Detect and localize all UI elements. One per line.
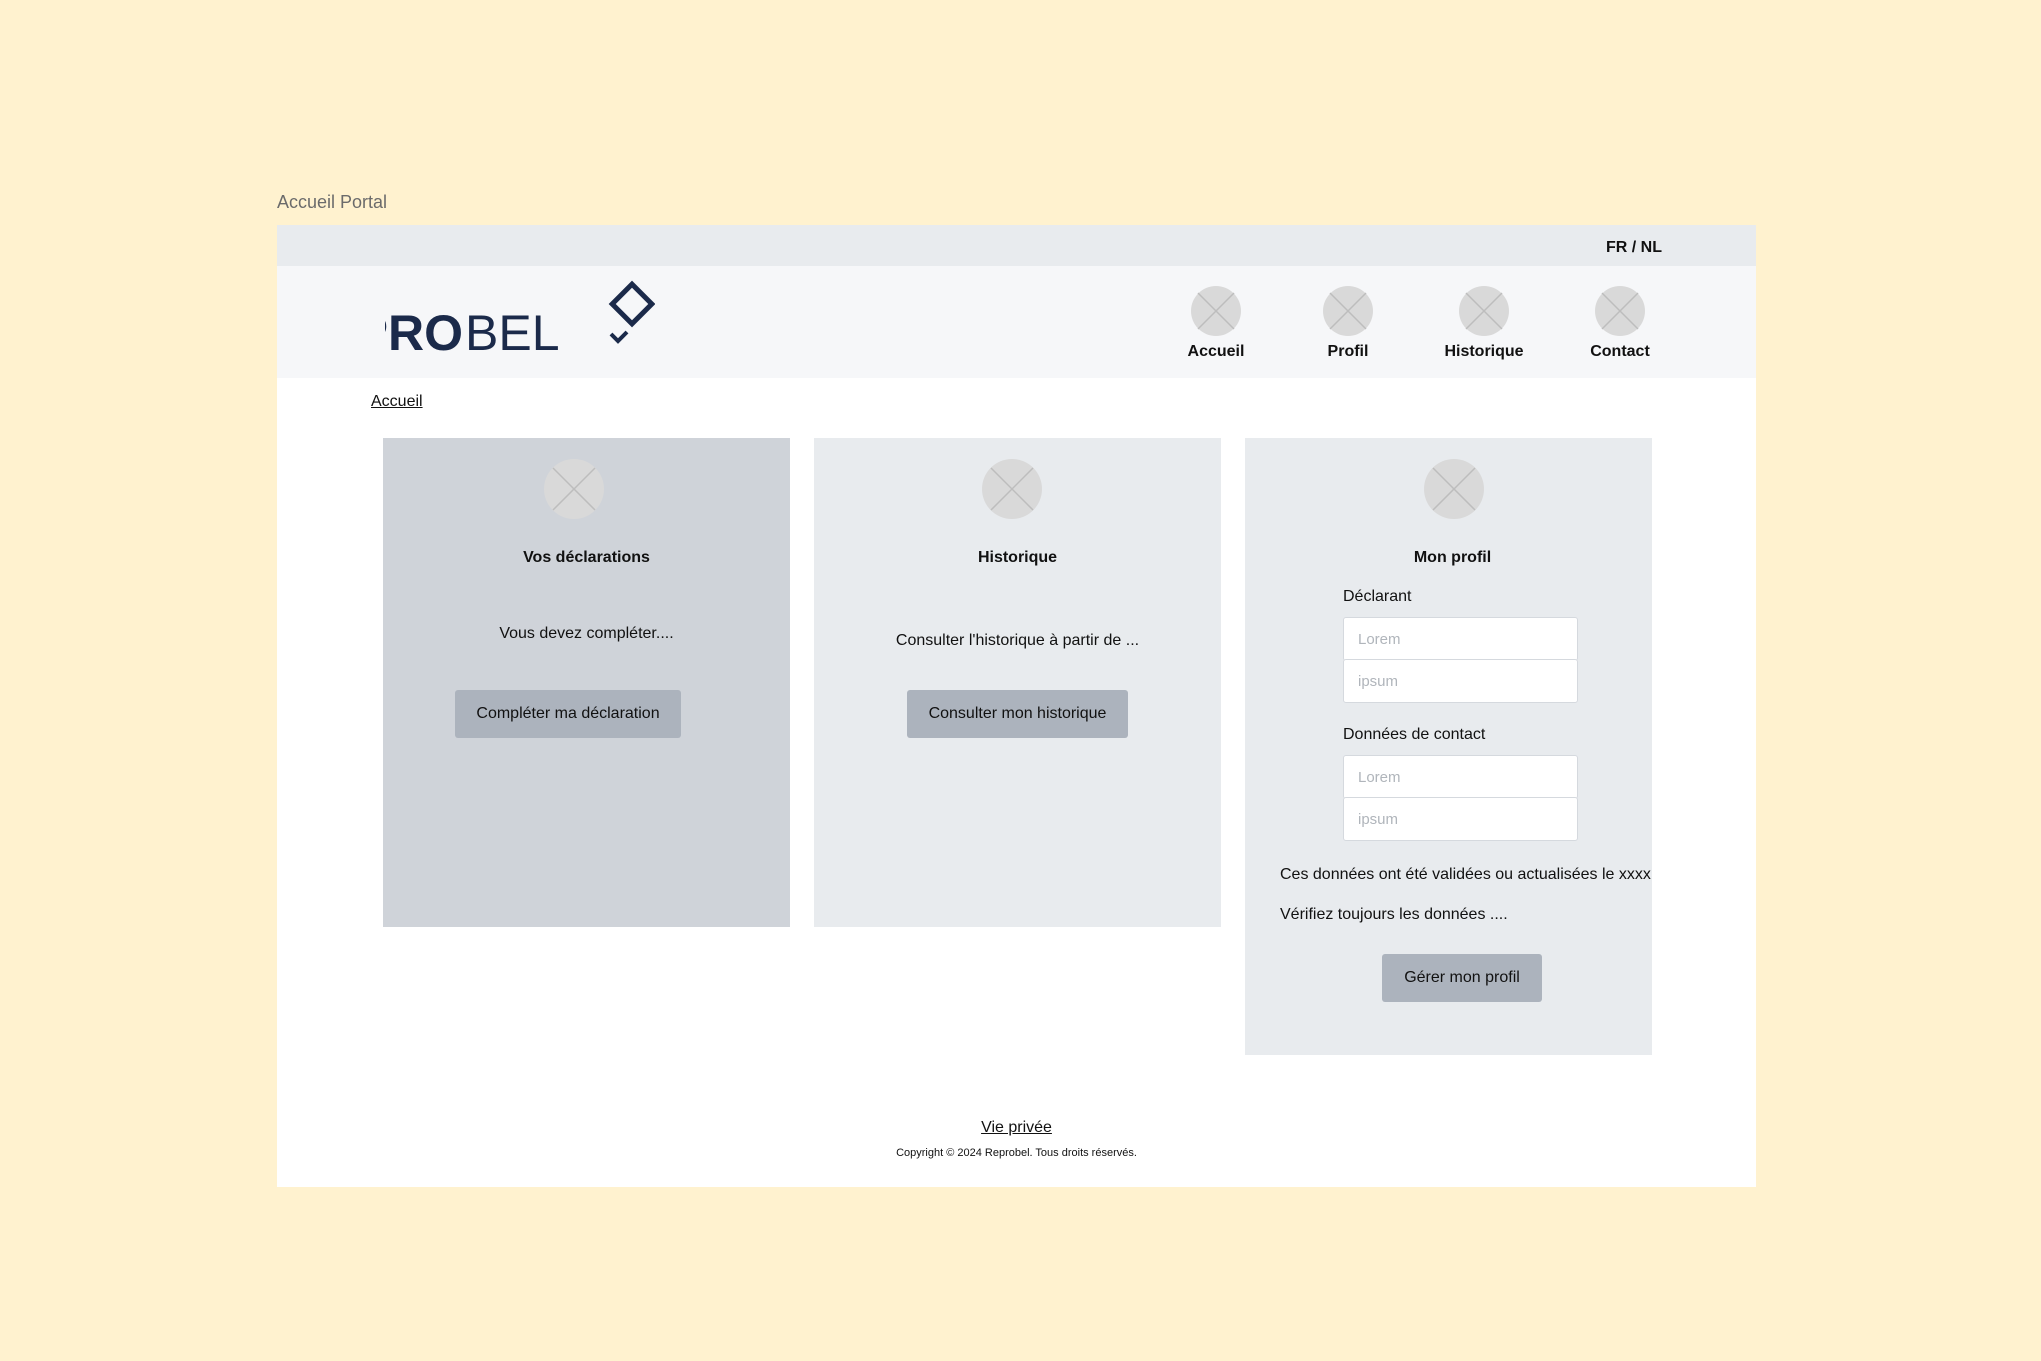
nav-label: Contact — [1590, 343, 1650, 360]
image-placeholder-icon — [982, 459, 1042, 519]
site-header: REPRO BEL Accueil Profil — [277, 266, 1756, 378]
copyright-text: Copyright © 2024 Reprobel. Tous droits r… — [896, 1147, 1137, 1159]
logo-text-bold: REPRO — [385, 305, 463, 361]
card-declarations: Vos déclarations Vous devez compléter...… — [383, 438, 790, 927]
portal-page: FR / NL REPRO BEL Accueil Pro — [277, 225, 1756, 1187]
nav-item-historique[interactable]: Historique — [1424, 286, 1544, 361]
declarant-field-2[interactable] — [1343, 659, 1578, 703]
nav-label: Accueil — [1187, 343, 1245, 360]
card-history: Historique Consulter l'historique à part… — [814, 438, 1221, 927]
card-title: Vos déclarations — [523, 549, 650, 566]
nav-label: Historique — [1444, 343, 1524, 360]
card-title: Historique — [977, 549, 1058, 566]
manage-profile-button[interactable]: Gérer mon profil — [1382, 954, 1542, 1002]
logo-text-light: BEL — [465, 305, 560, 361]
contact-field-1[interactable] — [1343, 755, 1578, 799]
nav-label: Profil — [1327, 343, 1369, 360]
image-placeholder-icon — [544, 459, 604, 519]
breadcrumb-accueil[interactable]: Accueil — [371, 393, 423, 411]
language-bar: FR / NL — [277, 225, 1756, 266]
card-title: Mon profil — [1413, 549, 1492, 566]
complete-declaration-button[interactable]: Compléter ma déclaration — [455, 690, 681, 738]
verify-note: Vérifiez toujours les données .... — [1280, 906, 1508, 923]
validated-note: Ces données ont été validées ou actualis… — [1280, 866, 1651, 883]
image-placeholder-icon — [1191, 286, 1241, 336]
reprobel-logo[interactable]: REPRO BEL — [385, 278, 655, 362]
declarant-label: Déclarant — [1343, 588, 1412, 605]
image-placeholder-icon — [1459, 286, 1509, 336]
privacy-link[interactable]: Vie privée — [277, 1119, 1756, 1137]
contact-field-2[interactable] — [1343, 797, 1578, 841]
logo-diamond-check-icon — [608, 280, 655, 344]
image-placeholder-icon — [1323, 286, 1373, 336]
nav-item-contact[interactable]: Contact — [1560, 286, 1680, 361]
language-switch[interactable]: FR / NL — [1606, 239, 1662, 257]
frame-label: Accueil Portal — [277, 192, 388, 212]
card-profile: Mon profil Déclarant Données de contact … — [1245, 438, 1652, 1055]
declarant-field-1[interactable] — [1343, 617, 1578, 661]
nav-item-accueil[interactable]: Accueil — [1156, 286, 1276, 361]
view-history-button[interactable]: Consulter mon historique — [907, 690, 1128, 738]
image-placeholder-icon — [1424, 459, 1484, 519]
contact-data-label: Données de contact — [1343, 726, 1486, 743]
image-placeholder-icon — [1595, 286, 1645, 336]
card-text: Consulter l'historique à partir de ... — [895, 632, 1140, 649]
nav-item-profil[interactable]: Profil — [1288, 286, 1408, 361]
card-text: Vous devez compléter.... — [499, 625, 674, 642]
